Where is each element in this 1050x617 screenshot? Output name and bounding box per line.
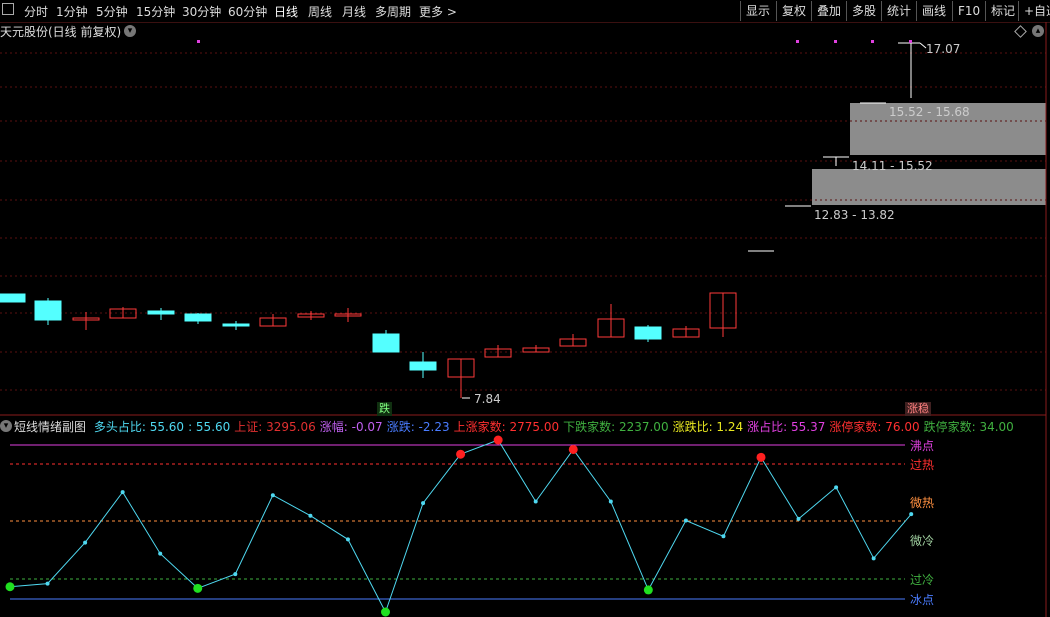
sub-indicator-item-3: 涨幅: -0.07 xyxy=(319,420,383,434)
sentiment-point-1 xyxy=(45,581,50,586)
sentiment-point-21 xyxy=(796,516,801,521)
sentiment-point-16 xyxy=(608,499,613,504)
die-marker: 跌 xyxy=(377,402,392,416)
sentiment-point-8 xyxy=(308,513,313,518)
sub-indicator-item-7: 涨跌比: 1.24 xyxy=(672,420,744,434)
sentiment-line xyxy=(9,439,912,614)
sub-indicator-item-4: 涨跌: -2.23 xyxy=(386,420,450,434)
sentiment-point-3 xyxy=(120,490,125,495)
sentiment-point-15 xyxy=(568,444,578,454)
sentiment-point-20 xyxy=(756,452,766,462)
sentiment-point-0 xyxy=(5,582,15,592)
sub-chevron-icon[interactable]: ▾ xyxy=(0,420,12,432)
sentiment-point-14 xyxy=(533,499,538,504)
sentiment-point-23 xyxy=(871,556,876,561)
candle-body-6 xyxy=(222,323,250,327)
candle-body-17 xyxy=(634,326,662,340)
sentiment-point-6 xyxy=(233,572,238,577)
sentiment-point-19 xyxy=(721,534,726,539)
sub-indicator-item-10: 跌停家数: 34.00 xyxy=(923,420,1014,434)
sentiment-point-4 xyxy=(158,551,163,556)
magenta-dot-3 xyxy=(871,40,874,43)
sub-indicator-item-6: 下跌家数: 2237.00 xyxy=(563,420,669,434)
sentiment-point-18 xyxy=(683,518,688,523)
sub-indicator-name: 短线情绪副图 xyxy=(14,420,87,434)
sentiment-point-2 xyxy=(83,540,88,545)
sub-indicator-item-2: 上证: 3295.06 xyxy=(234,420,316,434)
sub-indicator-item-1: : 55.60 xyxy=(188,420,231,434)
zhangting-marker: 涨稳 xyxy=(905,402,931,416)
level-label-4: 过冷 xyxy=(910,573,935,587)
sub-indicator-item-9: 涨停家数: 76.00 xyxy=(829,420,920,434)
level-label-1: 过热 xyxy=(910,458,935,472)
magenta-dot-2 xyxy=(834,40,837,43)
magenta-dot-1 xyxy=(796,40,799,43)
sub-indicator-header: 短线情绪副图 多头占比: 55.60: 55.60 上证: 3295.06 涨幅: … xyxy=(14,418,1018,435)
level-label-3: 微冷 xyxy=(910,534,935,548)
sentiment-point-24 xyxy=(909,512,914,517)
price-high-label: 17.07 xyxy=(926,42,961,56)
range-label-2: 14.11 - 15.52 xyxy=(852,159,933,173)
level-label-2: 微热 xyxy=(910,496,935,510)
sentiment-point-17 xyxy=(643,585,653,595)
price-low-label: 7.84 xyxy=(474,392,501,406)
range-label-1: 15.52 - 15.68 xyxy=(889,105,970,119)
sub-indicator-item-8: 涨占比: 55.37 xyxy=(747,420,826,434)
sub-indicator-item-0: 多头占比: 55.60 xyxy=(93,420,185,434)
sentiment-point-13 xyxy=(493,435,503,445)
magenta-dot-0 xyxy=(197,40,200,43)
magenta-dot-4 xyxy=(909,40,912,43)
range-label-3: 12.83 - 13.82 xyxy=(814,208,895,222)
main-chart xyxy=(0,22,1047,617)
candle-body-10 xyxy=(372,333,400,353)
sentiment-point-11 xyxy=(421,501,426,506)
sentiment-point-22 xyxy=(834,485,839,490)
sentiment-point-10 xyxy=(381,607,390,617)
candle-body-11 xyxy=(409,361,437,371)
sentiment-point-12 xyxy=(456,449,466,459)
sentiment-point-7 xyxy=(270,493,275,498)
candle-body-1 xyxy=(34,300,62,321)
sentiment-point-9 xyxy=(345,537,350,542)
sub-indicator-item-5: 上涨家数: 2775.00 xyxy=(453,420,560,434)
level-label-5: 冰点 xyxy=(910,593,935,607)
candle-body-5 xyxy=(184,313,212,322)
level-label-0: 沸点 xyxy=(910,439,935,453)
candle-body-0 xyxy=(0,293,26,303)
sentiment-point-5 xyxy=(193,583,203,593)
candle-body-4 xyxy=(147,310,175,315)
